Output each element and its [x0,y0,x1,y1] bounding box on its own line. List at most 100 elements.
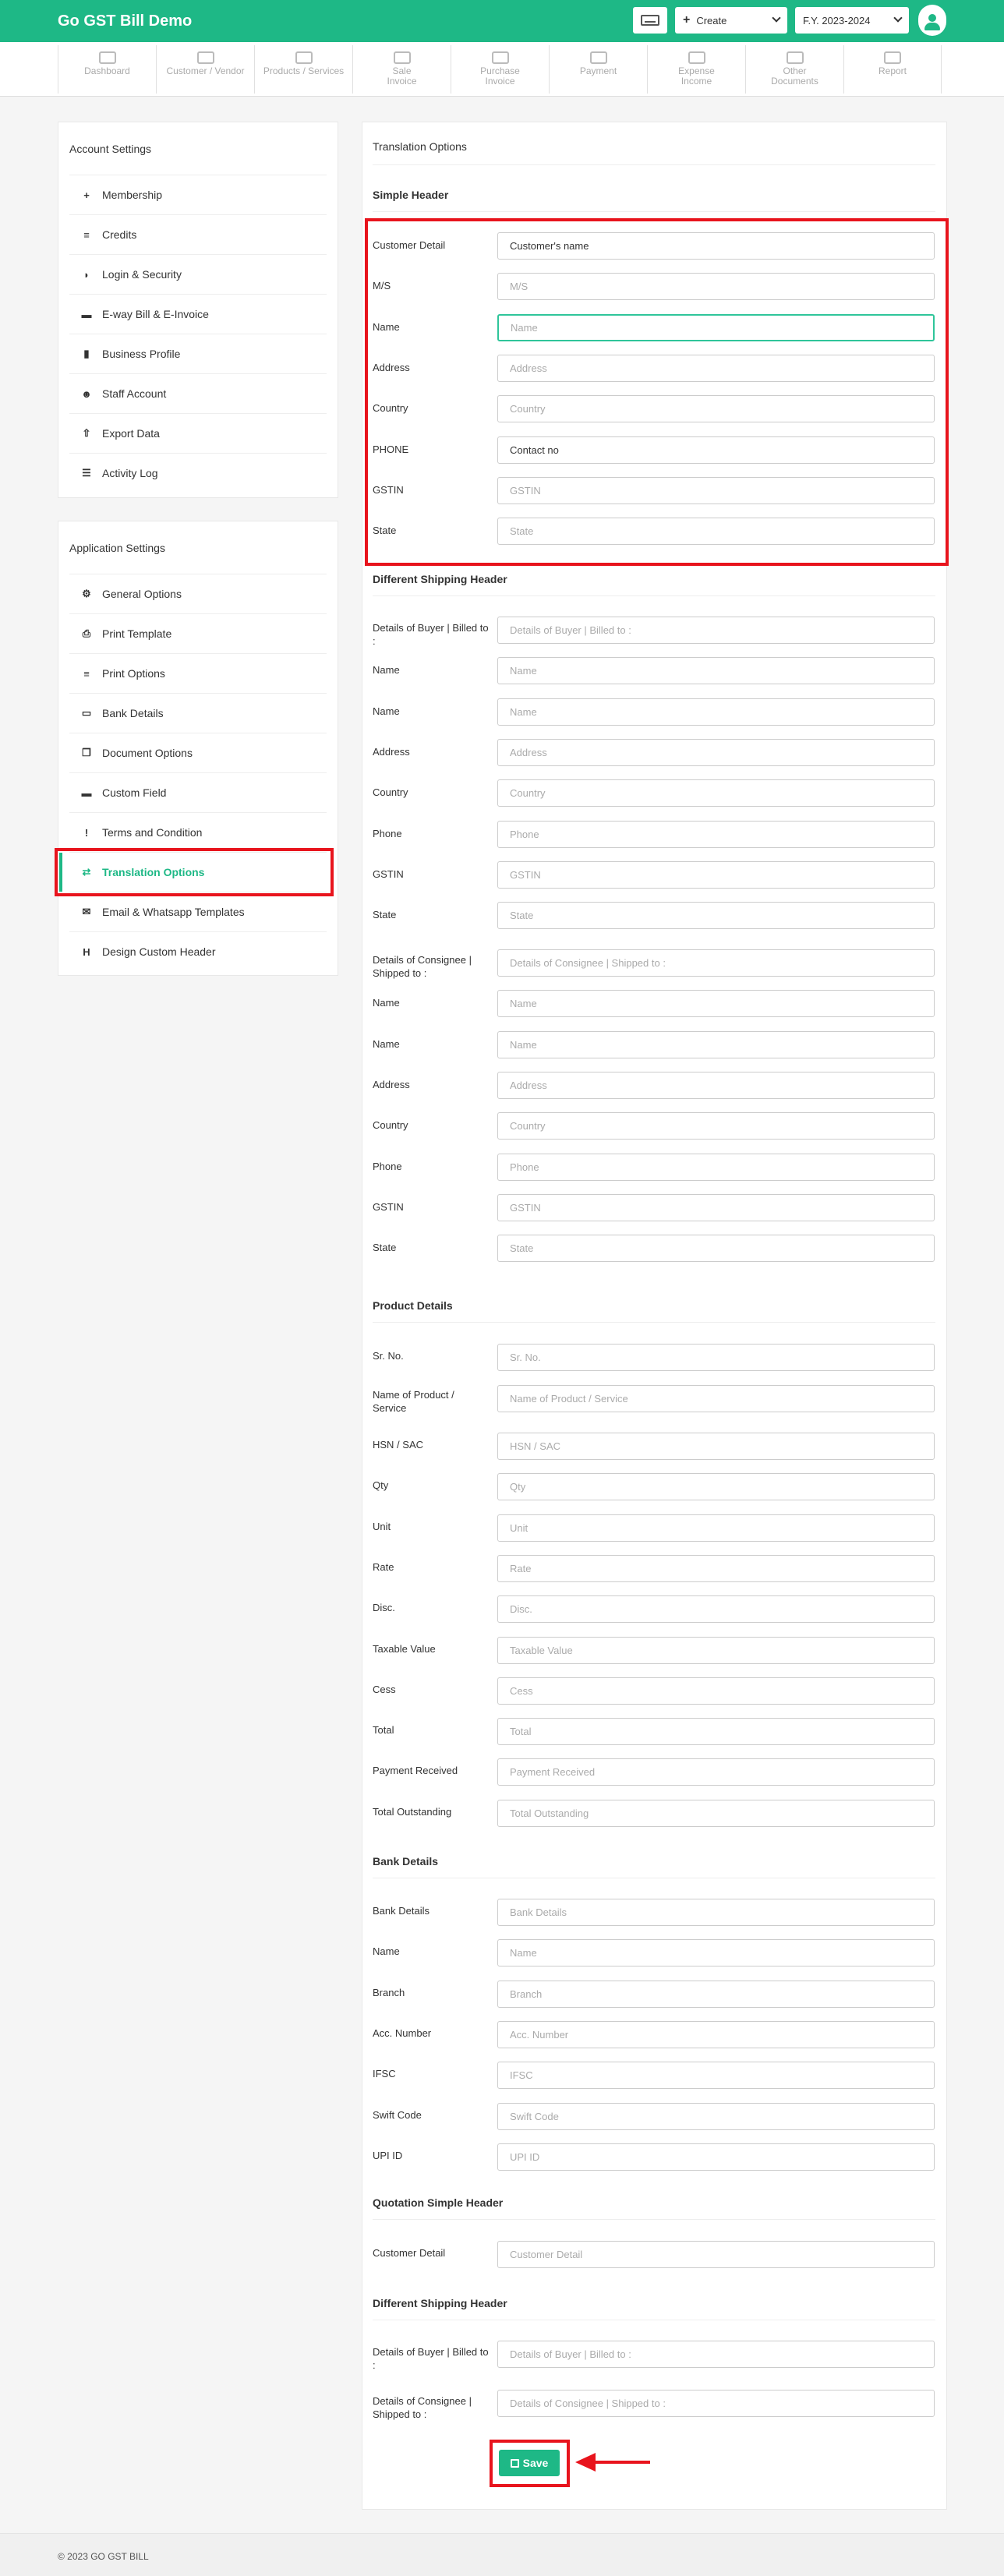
sidebar-item-print-options[interactable]: ≡ Print Options [69,653,327,693]
field-input[interactable] [497,1344,935,1371]
nav-item-0[interactable]: Dashboard [58,45,156,94]
field-input[interactable] [497,2062,935,2090]
field-input[interactable] [497,1112,935,1140]
field-input[interactable] [497,1799,935,1827]
field-input[interactable] [497,1030,935,1058]
section-divider [373,211,935,212]
field-input[interactable] [497,1433,935,1460]
nav-item-6[interactable]: Expense Income [647,45,745,94]
field-input[interactable] [497,518,935,546]
field-input[interactable] [497,2390,935,2417]
sidebar-item-activity-log[interactable]: ☰ Activity Log [69,453,327,493]
field-input[interactable] [497,1193,935,1221]
sidebar-item-bank-details[interactable]: ▭ Bank Details [69,693,327,733]
field-input[interactable] [497,232,935,260]
chevron-down-icon [893,13,903,23]
field-input[interactable] [497,313,935,341]
field-input[interactable] [497,1473,935,1501]
sidebar-item-export-data[interactable]: ⇧ Export Data [69,413,327,453]
field-label: Details of Buyer | Billed to : [373,622,489,647]
field-input[interactable] [497,273,935,301]
print-icon: ⎙ [82,627,91,639]
field-label: Address [373,361,410,373]
field-input[interactable] [497,1636,935,1664]
sidebar-item-document-options[interactable]: ❐ Document Options [69,733,327,772]
field-input[interactable] [497,1554,935,1582]
keyboard-shortcuts-button[interactable] [633,7,667,34]
nav-item-3[interactable]: Sale Invoice [352,45,451,94]
sidebar-item-label: Business Profile [102,348,181,360]
field-input[interactable] [497,779,935,807]
field-label: Details of Consignee | Shipped to : [373,954,472,979]
sidebar-item-custom-field[interactable]: ▬ Custom Field [69,772,327,812]
field-label: Address [373,745,410,758]
sidebar-item-label: Document Options [102,747,193,759]
sidebar-item-general-options[interactable]: ⚙ General Options [69,574,327,613]
field-input[interactable] [497,354,935,382]
sidebar-item-credits[interactable]: ≡ Credits [69,214,327,254]
sidebar-item-design-custom-header[interactable]: H Design Custom Header [69,931,327,971]
chevron-down-icon [772,13,781,23]
nav-item-8[interactable]: Report [843,45,942,94]
create-dropdown[interactable]: + Create [675,7,787,34]
sidebar-item-e-way-bill-e-invoice[interactable]: ▬ E-way Bill & E-Invoice [69,294,327,334]
field-input[interactable] [497,1514,935,1542]
field-label: Customer Detail [373,2247,446,2259]
nav-item-4[interactable]: Purchase Invoice [451,45,549,94]
field-input[interactable] [497,1235,935,1263]
field-input[interactable] [497,990,935,1018]
sidebar-item-terms-and-condition[interactable]: ! Terms and Condition [69,812,327,852]
field-label: Phone [373,1160,402,1172]
sidebar-item-email-whatsapp-templates[interactable]: ✉ Email & Whatsapp Templates [69,892,327,931]
nav-item-1[interactable]: Customer / Vendor [156,45,254,94]
nav-label-line2: Documents [771,76,818,87]
sidebar-item-print-template[interactable]: ⎙ Print Template [69,613,327,653]
field-input[interactable] [497,2020,935,2048]
sidebar-item-business-profile[interactable]: ▮ Business Profile [69,334,327,373]
field-input[interactable] [497,902,935,930]
nav-item-7[interactable]: Other Documents [745,45,843,94]
sidebar-item-label: E-way Bill & E-Invoice [102,308,209,320]
field-input[interactable] [497,1758,935,1786]
field-input[interactable] [497,1153,935,1181]
nav-icon [491,51,509,64]
field-input[interactable] [497,2341,935,2368]
field-input[interactable] [497,2102,935,2130]
financial-year-select[interactable]: F.Y. 2023-2024 [795,7,909,34]
field-input[interactable] [497,1980,935,2008]
sidebar-item-staff-account[interactable]: ☻ Staff Account [69,373,327,413]
field-input[interactable] [497,1384,935,1412]
field-label: Country [373,1119,408,1132]
field-input[interactable] [497,617,935,644]
field-input[interactable] [497,2241,935,2268]
field-input[interactable] [497,476,935,504]
field-input[interactable] [497,1939,935,1967]
sidebar-item-label: Export Data [102,427,160,440]
active-indicator [59,853,62,892]
field-input[interactable] [497,738,935,766]
nav-item-2[interactable]: Products / Services [254,45,352,94]
field-input[interactable] [497,949,935,977]
field-input[interactable] [497,1677,935,1705]
nav-label-line2: Invoice [485,76,515,87]
field-input[interactable] [497,657,935,685]
field-input[interactable] [497,860,935,889]
field-input[interactable] [497,395,935,423]
field-label: Sr. No. [373,1350,404,1362]
field-input[interactable] [497,1899,935,1926]
field-input[interactable] [497,820,935,848]
nav-item-5[interactable]: Payment [549,45,647,94]
field-input[interactable] [497,1718,935,1746]
field-input[interactable] [497,1595,935,1624]
brand-logo[interactable]: Go GST Bill Demo [58,12,192,30]
field-input[interactable] [497,2143,935,2171]
field-input[interactable] [497,698,935,726]
field-input[interactable] [497,1071,935,1099]
user-avatar-button[interactable] [918,5,946,36]
sidebar-item-membership[interactable]: + Membership [69,175,327,214]
field-input[interactable] [497,436,935,464]
sidebar-item-login-security[interactable]: ◗ Login & Security [69,254,327,294]
field-label: Branch [373,1986,405,1998]
field-label: IFSC [373,2068,396,2080]
copy-icon: ❐ [82,747,91,758]
